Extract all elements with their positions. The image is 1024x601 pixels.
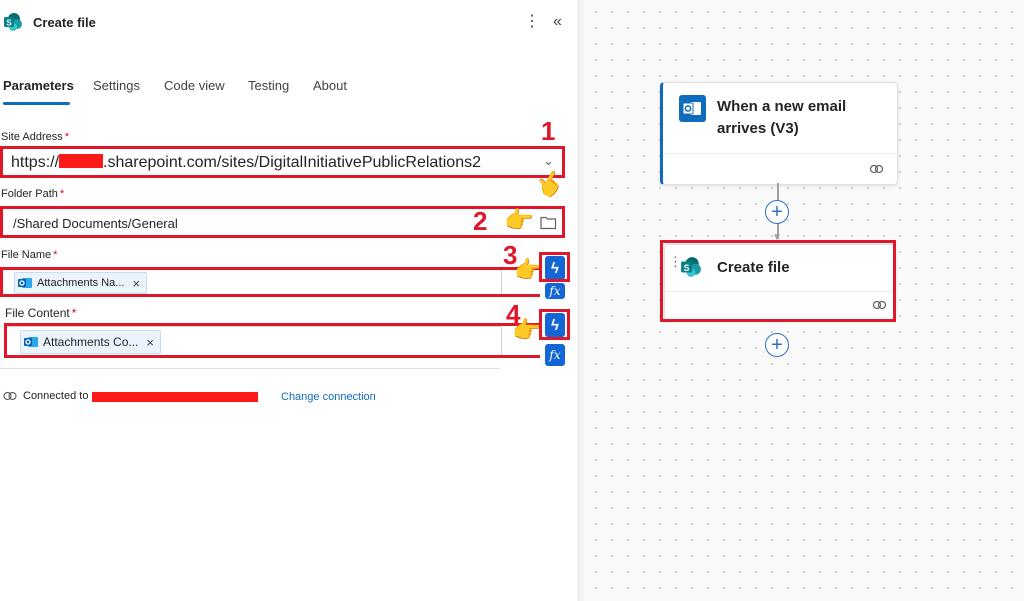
folder-path-label: Folder Path *: [1, 188, 65, 200]
section-divider: [0, 368, 500, 369]
sharepoint-icon: S: [4, 13, 22, 31]
highlight-box-1: [0, 146, 565, 178]
trigger-card[interactable]: When a new email arrives (V3): [660, 82, 898, 185]
redacted-connection-name: [92, 392, 258, 402]
annotation-number-2: 2: [473, 206, 488, 236]
tab-code-view[interactable]: Code view: [164, 78, 225, 93]
connected-to-label: Connected to: [23, 390, 89, 402]
card-divider: [663, 153, 897, 154]
site-address-label: Site Address *: [1, 131, 70, 143]
annotation-number-1: 1: [541, 116, 556, 146]
highlight-box-3-bolt: [539, 252, 570, 282]
tab-parameters[interactable]: Parameters: [3, 78, 74, 93]
tab-settings[interactable]: Settings: [93, 78, 140, 93]
add-step-plus-icon[interactable]: +: [765, 200, 789, 224]
file-name-label: File Name *: [1, 249, 58, 261]
trigger-title: When a new email arrives (V3): [717, 98, 847, 137]
tab-about[interactable]: About: [313, 78, 347, 93]
expression-fx-icon[interactable]: fx: [545, 344, 565, 366]
action-details-panel: S Create file ⋮ « Parameters Settings Co…: [0, 0, 578, 601]
add-step-plus-icon[interactable]: +: [765, 333, 789, 357]
change-connection-link[interactable]: Change connection: [281, 391, 376, 403]
highlight-box-create-file: [660, 240, 896, 322]
link-icon: [869, 164, 884, 174]
panel-title: Create file: [33, 15, 96, 30]
expression-fx-icon[interactable]: fx: [545, 283, 565, 299]
more-vertical-icon[interactable]: ⋮: [524, 12, 540, 32]
highlight-box-4-bolt: [539, 309, 570, 340]
outlook-icon: [679, 95, 706, 122]
pointing-hand-icon: 👉: [512, 317, 542, 344]
highlight-box-3: [0, 267, 540, 297]
collapse-panel-icon[interactable]: «: [553, 12, 562, 32]
link-icon: [3, 391, 17, 401]
pointing-hand-icon: 👉: [504, 207, 534, 234]
tab-testing[interactable]: Testing: [248, 78, 289, 93]
active-tab-indicator: [3, 102, 70, 105]
svg-text:S: S: [6, 19, 12, 28]
highlight-box-4: [4, 323, 540, 358]
flow-designer-canvas[interactable]: When a new email arrives (V3) + ▼ ⋮ S Cr…: [584, 0, 1024, 601]
file-content-label: File Content *: [5, 306, 77, 320]
